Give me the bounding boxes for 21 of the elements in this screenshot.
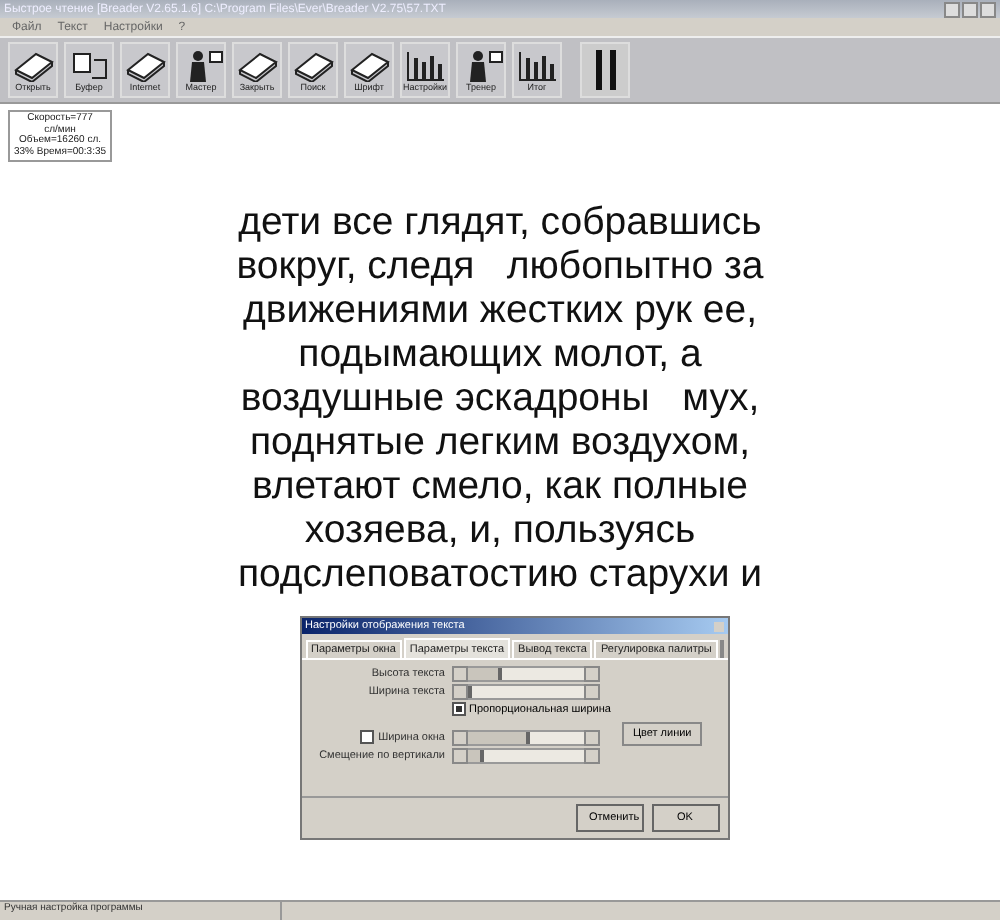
book-icon [11, 49, 55, 81]
book-icon [347, 49, 391, 81]
reading-text-line: влетают смело, как полные [252, 464, 748, 508]
reading-text-line: дети все глядят, собравшись [238, 200, 762, 244]
book-icon [123, 49, 167, 81]
reading-text-line: движениями жестких рук ее, [242, 288, 758, 332]
reading-text-line: подслеповатостию старухи и [237, 552, 763, 596]
pause-icon [593, 50, 617, 90]
reading-text-line: поднятые легким воздухом, [249, 420, 751, 464]
checkbox[interactable] [451, 702, 465, 716]
reading-text-line: вокруг, следя любопытно за [236, 244, 764, 288]
bar-chart-icon [403, 49, 447, 81]
clipboard-icon [67, 49, 111, 81]
checkbox[interactable] [360, 730, 375, 744]
reading-text-line: подымающих молот, а [298, 332, 702, 376]
bar-chart-icon [515, 49, 559, 81]
reading-text-line: воздушные эскадроны мух, [240, 376, 760, 420]
pause-button[interactable] [580, 42, 630, 98]
book-icon [235, 49, 279, 81]
book-icon [291, 49, 335, 81]
reading-text-line: хозяева, и, пользуясь [304, 508, 696, 552]
